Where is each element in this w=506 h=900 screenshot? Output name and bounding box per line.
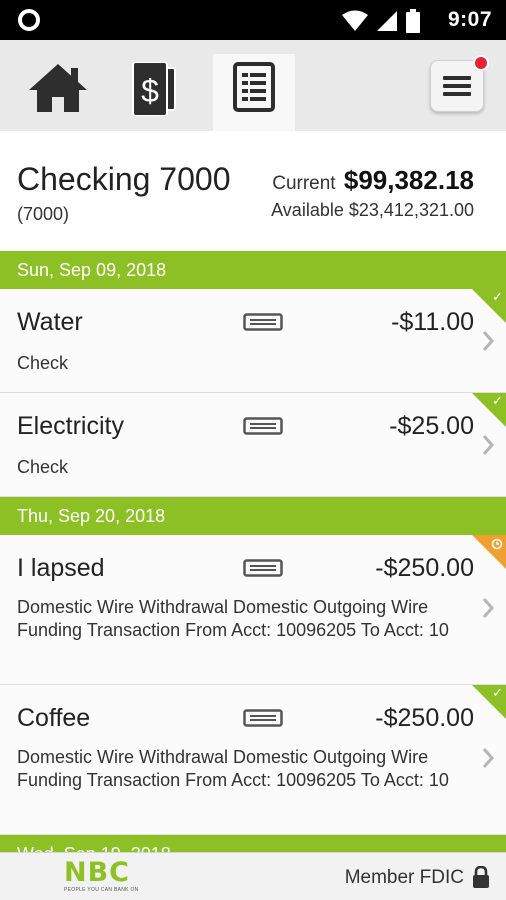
status-bar: 9:07 bbox=[0, 0, 506, 40]
transaction-row-coffee[interactable]: Coffee -$250.00 Domestic Wire Withdrawal… bbox=[0, 685, 506, 835]
transaction-name: Electricity bbox=[17, 412, 124, 440]
wifi-icon bbox=[342, 10, 368, 31]
check-icon bbox=[243, 709, 283, 727]
notification-badge bbox=[473, 55, 489, 71]
chevron-right-icon bbox=[482, 748, 494, 768]
check-icon bbox=[243, 313, 283, 331]
current-balance-value: $99,382.18 bbox=[343, 165, 474, 195]
lock-icon bbox=[473, 866, 489, 888]
nbc-logo: NBC PEOPLE YOU CAN BANK ON bbox=[64, 859, 152, 895]
transaction-description: Domestic Wire Withdrawal Domestic Outgoi… bbox=[17, 747, 449, 790]
transaction-amount: -$250.00 bbox=[375, 554, 474, 582]
checkmark-icon: ✓ bbox=[492, 289, 503, 304]
account-number: (7000) bbox=[17, 204, 70, 224]
hamburger-menu-icon bbox=[443, 76, 471, 96]
tab-accounts[interactable]: $ bbox=[115, 54, 197, 131]
chevron-right-icon bbox=[482, 598, 494, 618]
clock-time: 9:07 bbox=[447, 8, 492, 31]
account-summary: Checking 7000 (7000) Current $99,382.18 … bbox=[0, 131, 506, 251]
transaction-row-i-lapsed[interactable]: I lapsed -$250.00 Domestic Wire Withdraw… bbox=[0, 535, 506, 685]
statement-list-icon bbox=[233, 62, 275, 112]
status-icons bbox=[342, 9, 420, 33]
transaction-row-water[interactable]: Water -$11.00 Check ✓ bbox=[0, 289, 506, 393]
checkmark-icon: ✓ bbox=[492, 685, 503, 700]
cellular-signal-icon bbox=[377, 11, 397, 31]
checkmark-icon: ✓ bbox=[492, 393, 503, 408]
transaction-name: Water bbox=[17, 308, 83, 336]
check-icon bbox=[243, 417, 283, 435]
account-name: Checking 7000 bbox=[17, 161, 231, 197]
transaction-name: Coffee bbox=[17, 704, 91, 732]
notification-dot-icon bbox=[18, 9, 40, 31]
date-header: Thu, Sep 20, 2018 bbox=[0, 497, 506, 535]
transaction-row-electricity[interactable]: Electricity -$25.00 Check ✓ bbox=[0, 393, 506, 497]
current-balance-label: Current bbox=[272, 173, 336, 194]
battery-icon bbox=[406, 9, 420, 33]
chevron-right-icon bbox=[482, 331, 494, 351]
transaction-description: Check bbox=[17, 457, 69, 477]
transaction-name: I lapsed bbox=[17, 554, 105, 582]
chevron-right-icon bbox=[482, 435, 494, 455]
transaction-amount: -$25.00 bbox=[389, 412, 474, 440]
clock-icon bbox=[491, 538, 503, 550]
available-balance-label: Available bbox=[271, 200, 344, 220]
transaction-amount: -$11.00 bbox=[391, 308, 474, 336]
available-balance: Available $23,412,321.00 bbox=[271, 200, 474, 221]
top-navigation: $ bbox=[0, 40, 506, 131]
dollar-cards-icon: $ bbox=[132, 62, 176, 116]
transaction-description: Domestic Wire Withdrawal Domestic Outgoi… bbox=[17, 597, 449, 640]
current-balance: Current $99,382.18 bbox=[272, 165, 474, 196]
available-balance-value: $23,412,321.00 bbox=[348, 200, 474, 220]
tab-statements[interactable] bbox=[213, 54, 295, 131]
check-icon bbox=[243, 559, 283, 577]
member-fdic-text: Member FDIC bbox=[344, 867, 464, 888]
date-header: Sun, Sep 09, 2018 bbox=[0, 251, 506, 289]
menu-button[interactable] bbox=[430, 55, 489, 112]
tab-home[interactable] bbox=[17, 54, 99, 131]
logo-tagline: PEOPLE YOU CAN BANK ON bbox=[64, 887, 139, 893]
transaction-description: Check bbox=[17, 353, 69, 373]
svg-text:$: $ bbox=[141, 73, 159, 109]
transaction-amount: -$250.00 bbox=[375, 704, 474, 732]
footer: NBC PEOPLE YOU CAN BANK ON Member FDIC bbox=[0, 852, 506, 900]
logo-text: NBC bbox=[64, 857, 130, 888]
home-icon bbox=[29, 64, 87, 112]
